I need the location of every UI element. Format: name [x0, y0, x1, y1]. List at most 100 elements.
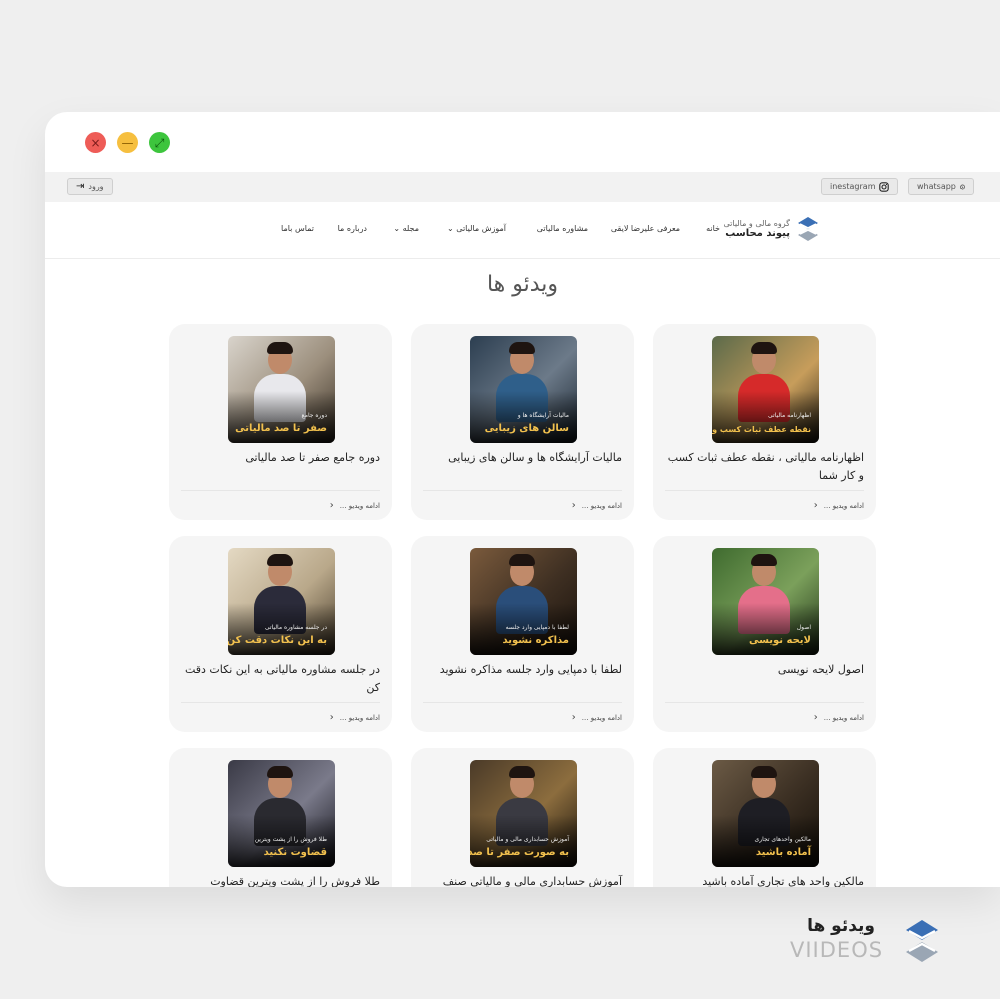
read-more-link[interactable]: ادامه ویدیو ... ‹: [572, 712, 622, 723]
card-title[interactable]: در جلسه مشاوره مالیاتی به این نکات دقت ک…: [180, 661, 380, 697]
thumbnail-caption-small: آموزش حسابداری مالی و مالیاتی: [486, 836, 569, 843]
nav-home[interactable]: خانه: [706, 224, 720, 233]
card-title[interactable]: اصول لایحه نویسی: [664, 661, 864, 679]
video-thumbnail[interactable]: اظهارنامه مالیاتی نقطه عطف ثبات کسب و کا…: [712, 336, 819, 443]
read-more-label: ادامه ویدیو ...: [339, 713, 380, 722]
card-title[interactable]: مالکین واحد های تجاری آماده باشید: [664, 873, 864, 887]
video-thumbnail[interactable]: اصول لایحه نویسی: [712, 548, 819, 655]
thumbnail-caption-small: مالیات آرایشگاه ها و: [517, 412, 569, 419]
card-title[interactable]: آموزش حسابداری مالی و مالیاتی صنف: [422, 873, 622, 887]
close-button[interactable]: ×: [85, 132, 106, 153]
card-title[interactable]: دوره جامع صفر تا صد مالیاتی: [180, 449, 380, 467]
login-icon: ⇥: [76, 181, 85, 192]
chevron-left-icon: ‹: [813, 500, 818, 511]
instagram-icon: [879, 181, 890, 192]
thumbnail-caption-big: سالن های زیبایی: [484, 423, 569, 434]
thumbnail-caption-small: اظهارنامه مالیاتی: [768, 412, 811, 419]
logo-icon: [798, 217, 818, 241]
close-icon: ×: [90, 135, 101, 150]
login-button[interactable]: ⇥ ورود: [67, 178, 113, 195]
card-divider: [181, 702, 380, 703]
whatsapp-button[interactable]: whatsapp: [908, 178, 974, 195]
nav-magazine[interactable]: مجله ⌄: [393, 224, 419, 233]
card-divider: [423, 702, 622, 703]
read-more-link[interactable]: ادامه ویدیو ... ‹: [330, 500, 380, 511]
chevron-left-icon: ‹: [813, 712, 818, 723]
read-more-label: ادامه ویدیو ...: [823, 501, 864, 510]
thumbnail-caption-small: دوره جامع: [301, 412, 327, 419]
whatsapp-icon: [960, 184, 965, 189]
card-title[interactable]: طلا فروش را از پشت ویترین قضاوت: [180, 873, 380, 887]
top-bar: ⇥ ورود inestagram whatsapp: [45, 172, 1000, 202]
video-thumbnail[interactable]: مالکین واحدهای تجاری آماده باشید: [712, 760, 819, 867]
video-thumbnail[interactable]: طلا فروش را از پشت ویترین قضاوت نکنید: [228, 760, 335, 867]
read-more-link[interactable]: ادامه ویدیو ... ‹: [814, 712, 864, 723]
maximize-button[interactable]: ⤢: [149, 132, 170, 153]
chevron-left-icon: ‹: [329, 500, 334, 511]
thumbnail-caption-big: آماده باشید: [755, 847, 811, 858]
nav-contact[interactable]: تماس باما: [281, 224, 314, 233]
thumbnail-caption-big: صفر تا صد مالیاتی: [235, 423, 327, 434]
video-card[interactable]: لطفا با دمپایی وارد جلسه مذاکره نشوید لط…: [411, 536, 634, 732]
thumbnail-caption-small: مالکین واحدهای تجاری: [754, 836, 811, 843]
nav-consult[interactable]: مشاوره مالیاتی: [537, 224, 588, 233]
chevron-left-icon: ‹: [571, 500, 576, 511]
video-card[interactable]: در جلسه مشاوره مالیاتی به این نکات دقت ک…: [169, 536, 392, 732]
card-title[interactable]: مالیات آرایشگاه ها و سالن های زیبایی: [422, 449, 622, 467]
thumbnail-caption-big: قضاوت نکنید: [263, 847, 327, 858]
video-card[interactable]: اظهارنامه مالیاتی نقطه عطف ثبات کسب و کا…: [653, 324, 876, 520]
read-more-label: ادامه ویدیو ...: [581, 501, 622, 510]
footer-logo-icon: [906, 920, 938, 962]
thumbnail-caption-small: در جلسه مشاوره مالیاتی: [264, 624, 327, 631]
minimize-icon: —: [121, 135, 134, 150]
read-more-label: ادامه ویدیو ...: [823, 713, 864, 722]
video-card[interactable]: مالیات آرایشگاه ها و سالن های زیبایی مال…: [411, 324, 634, 520]
minimize-button[interactable]: —: [117, 132, 138, 153]
page-title: ویدئو ها: [486, 272, 559, 297]
nav-intro[interactable]: معرفی علیرضا لایقی: [611, 224, 680, 233]
browser-window: × — ⤢ ⇥ ورود inestagram whatsapp گروه ما…: [45, 112, 1000, 887]
card-divider: [423, 490, 622, 491]
thumbnail-caption-big: به صورت صفر تا صد: [470, 847, 569, 858]
footer-subtitle: VIIDEOS: [790, 938, 884, 962]
read-more-label: ادامه ویدیو ...: [581, 713, 622, 722]
video-thumbnail[interactable]: در جلسه مشاوره مالیاتی به این نکات دقت ک…: [228, 548, 335, 655]
video-card[interactable]: دوره جامع صفر تا صد مالیاتی دوره جامع صف…: [169, 324, 392, 520]
nav-about[interactable]: درباره ما: [338, 224, 367, 233]
card-divider: [181, 490, 380, 491]
video-card[interactable]: مالکین واحدهای تجاری آماده باشید مالکین …: [653, 748, 876, 887]
instagram-label: inestagram: [830, 182, 876, 191]
thumbnail-caption-small: لطفا با دمپایی وارد جلسه: [505, 624, 569, 631]
site-logo[interactable]: گروه مالی و مالیاتی پیوند محاسب: [723, 215, 820, 243]
whatsapp-label: whatsapp: [917, 182, 956, 191]
video-thumbnail[interactable]: دوره جامع صفر تا صد مالیاتی: [228, 336, 335, 443]
main-navigation: گروه مالی و مالیاتی پیوند محاسب خانه معر…: [45, 202, 1000, 259]
thumbnail-caption-big: نقطه عطف ثبات کسب و کار شما: [712, 425, 811, 434]
video-card[interactable]: طلا فروش را از پشت ویترین قضاوت نکنید طل…: [169, 748, 392, 887]
nav-education[interactable]: آموزش مالیاتی ⌄: [447, 224, 506, 233]
card-title[interactable]: لطفا با دمپایی وارد جلسه مذاکره نشوید: [422, 661, 622, 679]
card-title[interactable]: اظهارنامه مالیاتی ، نقطه عطف ثبات کسب و …: [664, 449, 864, 485]
read-more-link[interactable]: ادامه ویدیو ... ‹: [330, 712, 380, 723]
read-more-link[interactable]: ادامه ویدیو ... ‹: [572, 500, 622, 511]
thumbnail-caption-big: مذاکره نشوید: [502, 635, 569, 646]
window-controls: × — ⤢: [85, 132, 170, 153]
logo-subtitle: گروه مالی و مالیاتی: [723, 219, 790, 228]
video-thumbnail[interactable]: مالیات آرایشگاه ها و سالن های زیبایی: [470, 336, 577, 443]
card-divider: [665, 702, 864, 703]
footer-brand: ویدئو ها VIIDEOS: [790, 912, 960, 972]
chevron-left-icon: ‹: [329, 712, 334, 723]
thumbnail-caption-big: لایحه نویسی: [748, 635, 811, 646]
login-label: ورود: [88, 182, 104, 191]
footer-title: ویدئو ها: [807, 916, 875, 936]
instagram-button[interactable]: inestagram: [821, 178, 899, 195]
chevron-left-icon: ‹: [571, 712, 576, 723]
thumbnail-caption-small: طلا فروش را از پشت ویترین: [254, 836, 327, 843]
thumbnail-caption-big: به این نکات دقت کن: [228, 635, 327, 646]
video-thumbnail[interactable]: آموزش حسابداری مالی و مالیاتی به صورت صف…: [470, 760, 577, 867]
video-thumbnail[interactable]: لطفا با دمپایی وارد جلسه مذاکره نشوید: [470, 548, 577, 655]
video-card[interactable]: آموزش حسابداری مالی و مالیاتی به صورت صف…: [411, 748, 634, 887]
logo-name: پیوند محاسب: [725, 228, 790, 239]
read-more-link[interactable]: ادامه ویدیو ... ‹: [814, 500, 864, 511]
video-card[interactable]: اصول لایحه نویسی اصول لایحه نویسی ادامه …: [653, 536, 876, 732]
